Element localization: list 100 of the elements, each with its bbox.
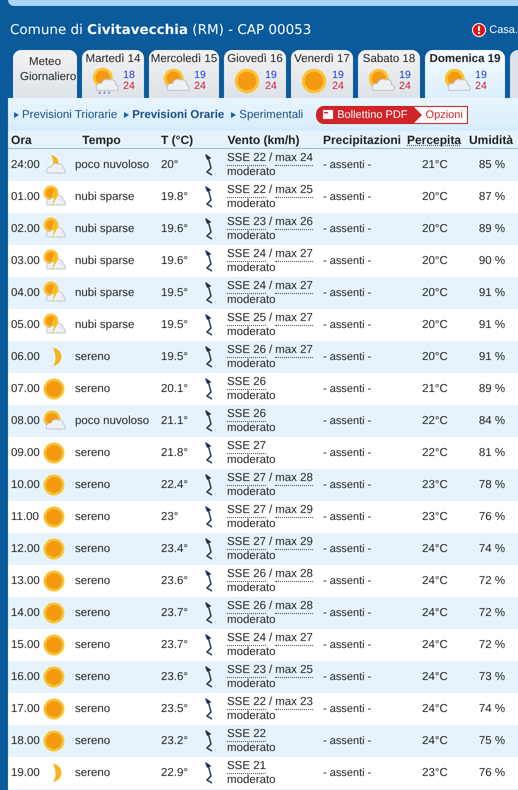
- wind-strength: moderato: [227, 550, 277, 562]
- precipitation-cell-text: - assenti -: [322, 575, 372, 587]
- precipitation-cell-text: - assenti -: [322, 223, 372, 235]
- wind-strength: moderato: [227, 582, 277, 594]
- time-cell-text: 03.00: [10, 255, 41, 267]
- max-temperature: 24: [399, 81, 411, 92]
- wind-speed: SSE 26: [227, 408, 266, 422]
- wind-strength: moderato: [227, 326, 277, 338]
- min-temperature: 19: [475, 70, 487, 81]
- humidity-cell-text: 89 %: [478, 223, 506, 235]
- wind-strength: moderato: [227, 262, 277, 274]
- column-header: Umidità: [468, 132, 514, 146]
- wind-strength: moderato: [227, 486, 277, 498]
- wind-gust: max 26: [275, 216, 313, 230]
- time-cell-text: 15.00: [10, 639, 41, 651]
- humidity-cell-text: 74 %: [478, 543, 506, 555]
- separator: /: [269, 504, 272, 518]
- max-temperature: 24: [475, 81, 487, 92]
- humidity-cell-text: 72 %: [478, 607, 506, 619]
- max-temperature: 24: [123, 81, 135, 92]
- wind-gust: max 29: [275, 504, 313, 518]
- temperature-cell-text: 20°: [160, 159, 180, 171]
- forecast-link[interactable]: Previsioni Triorarie: [14, 108, 118, 120]
- wind-speed: SSE 27: [227, 504, 266, 518]
- wind-strength: moderato: [227, 358, 277, 370]
- humidity-cell-text: 90 %: [478, 255, 506, 267]
- time-cell-text: 24:00: [10, 159, 41, 171]
- feels-like-cell-text: 24°C: [421, 703, 449, 715]
- precipitation-cell-text: - assenti -: [322, 671, 372, 683]
- day-tab[interactable]: Meteo Giornaliero: [13, 50, 77, 98]
- forecast-link[interactable]: Previsioni Orarie: [124, 108, 224, 120]
- temperature-cell-text: 23.7°: [160, 639, 189, 651]
- time-cell-text: 08.00: [10, 415, 41, 427]
- humidity-cell-text: 76 %: [478, 511, 506, 523]
- min-temperature: 19: [265, 70, 277, 81]
- precipitation-cell-text: - assenti -: [322, 479, 372, 491]
- time-cell-text: 01.00: [10, 191, 41, 203]
- min-temperature: 19: [399, 70, 411, 81]
- sky-cell-text: sereno: [74, 383, 112, 395]
- wind-strength: moderato: [227, 774, 277, 786]
- humidity-cell-text: 87 %: [478, 191, 506, 203]
- options-button[interactable]: Opzioni: [414, 106, 467, 122]
- wind-gust: max 28: [275, 568, 313, 582]
- wind-gust: max 23: [275, 696, 313, 710]
- time-cell-text: 09.00: [10, 447, 41, 459]
- day-tab[interactable]: Sabato 18 19 24: [358, 50, 420, 98]
- temperature-cell-text: 23.7°: [160, 607, 189, 619]
- wind-strength: moderato: [227, 294, 277, 306]
- home-link[interactable]: Casa.: [472, 23, 518, 37]
- separator: /: [269, 280, 272, 294]
- separator: /: [269, 600, 272, 614]
- forecast-link[interactable]: Sperimentali: [231, 108, 304, 120]
- wind-gust: max 27: [275, 312, 313, 326]
- sky-cell-text: sereno: [74, 639, 112, 651]
- sky-cell-text: nubi sparse: [74, 191, 136, 203]
- sun-icon: [42, 569, 66, 593]
- precipitation-cell-text: - assenti -: [322, 511, 372, 523]
- precipitation-cell-text: - assenti -: [322, 447, 372, 459]
- precipitation-cell-text: - assenti -: [322, 767, 372, 779]
- wind-speed: SSE 22: [227, 728, 266, 742]
- time-cell-text: 19.00: [10, 767, 41, 779]
- day-tab[interactable]: Domenica 19 19 24: [425, 50, 505, 98]
- wind-strength: moderato: [227, 518, 277, 530]
- max-temperature: 24: [194, 81, 206, 92]
- sky-cell-text: sereno: [74, 767, 112, 779]
- column-header: Vento (km/h): [226, 132, 300, 146]
- time-cell-text: 05.00: [10, 319, 41, 331]
- triangle-icon: [414, 106, 422, 122]
- column-header: Ora: [10, 132, 33, 146]
- wind-strength: moderato: [227, 614, 277, 626]
- feels-like-cell-text: 24°C: [421, 543, 449, 555]
- wind-gust: max 27: [275, 280, 313, 294]
- triangle-icon: [14, 112, 19, 118]
- temperature-cell-text: 23.6°: [160, 671, 189, 683]
- sky-cell-text: sereno: [74, 735, 112, 747]
- wind-speed: SSE 24: [227, 280, 266, 294]
- feels-like-cell-text: 20°C: [421, 287, 449, 299]
- separator: /: [269, 184, 272, 198]
- wind-speed: SSE 26: [227, 568, 266, 582]
- temperature-cell-text: 23.4°: [160, 543, 189, 555]
- moon-icon: [52, 763, 62, 783]
- precipitation-cell-text: - assenti -: [322, 159, 372, 171]
- wind-speed: SSE 25: [227, 312, 266, 326]
- feels-like-cell-text: 21°C: [421, 383, 449, 395]
- wind-speed: SSE 24: [227, 632, 266, 646]
- day-tab[interactable]: Mercoledì 15 19 24: [149, 50, 219, 98]
- triangle-icon: [231, 112, 236, 118]
- sun-icon: [42, 697, 66, 721]
- day-tab[interactable]: Giovedì 16 19 24: [224, 50, 286, 98]
- max-temperature: 24: [265, 81, 277, 92]
- day-tab[interactable]: Martedì 14 18 24: [82, 50, 144, 98]
- time-cell-text: 07.00: [10, 383, 41, 395]
- humidity-cell-text: 89 %: [478, 383, 506, 395]
- day-tab[interactable]: Venerdì 17 19 24: [291, 50, 353, 98]
- time-cell-text: 02.00: [10, 223, 41, 235]
- wind-strength: moderato: [227, 198, 277, 210]
- info-icon: [472, 23, 486, 37]
- wind-strength: moderato: [227, 646, 277, 658]
- precipitation-cell-text: - assenti -: [322, 287, 372, 299]
- time-cell-text: 17.00: [10, 703, 41, 715]
